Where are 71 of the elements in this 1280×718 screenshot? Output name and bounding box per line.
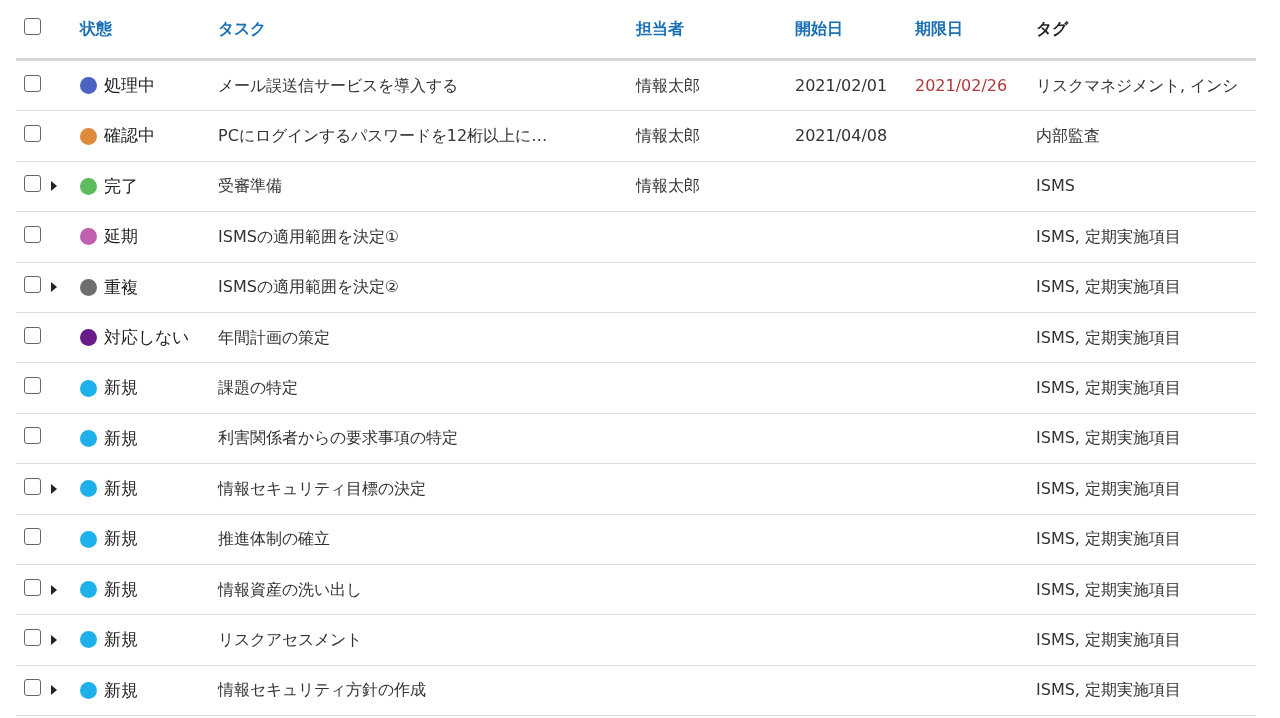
status-label: 新規 — [104, 577, 138, 601]
expand-caret-icon[interactable] — [51, 483, 57, 494]
tag-list: ISMS, 定期実施項目 — [1036, 529, 1181, 549]
status-label: 完了 — [104, 174, 138, 198]
tag-list: ISMS, 定期実施項目 — [1036, 680, 1181, 700]
checkbox[interactable] — [24, 528, 41, 546]
assignee-name: 情報太郎 — [636, 126, 700, 146]
task-title: 年間計画の策定 — [218, 327, 330, 347]
start-date: 2021/02/01 — [795, 75, 888, 95]
column-header[interactable]: タスク — [218, 19, 266, 38]
status-label: 新規 — [104, 678, 138, 702]
tag-list: ISMS, 定期実施項目 — [1036, 378, 1181, 398]
status-label: 延期 — [104, 225, 138, 249]
tag-list: ISMS, 定期実施項目 — [1036, 630, 1181, 649]
status-label: 新規 — [104, 376, 138, 400]
tag-list: リスクマネジメント, インシ — [1036, 75, 1239, 95]
task-title: 情報セキュリティ目標の決定 — [218, 478, 426, 498]
expand-caret-icon[interactable] — [51, 282, 57, 293]
checkbox[interactable] — [24, 175, 41, 193]
tag-list: ISMS, 定期実施項目 — [1036, 428, 1181, 448]
checkbox[interactable] — [24, 125, 41, 143]
expand-caret-icon[interactable] — [51, 584, 57, 595]
status-label: 新規 — [104, 477, 138, 501]
checkbox[interactable] — [24, 276, 41, 294]
column-header[interactable]: 期限日 — [915, 19, 963, 38]
due-date: 2021/02/26 — [915, 75, 1008, 95]
checkbox[interactable] — [24, 629, 41, 646]
tag-list: ISMS, 定期実施項目 — [1036, 226, 1181, 246]
column-header[interactable]: 担当者 — [636, 19, 684, 38]
checkbox[interactable] — [24, 18, 41, 35]
checkbox[interactable] — [24, 477, 41, 495]
task-title: ISMSの適用範囲を決定② — [218, 277, 400, 297]
status-label: 新規 — [104, 527, 138, 551]
tag-list: 内部監査 — [1036, 126, 1100, 146]
tag-list: ISMS, 定期実施項目 — [1036, 579, 1181, 599]
start-date: 2021/04/08 — [795, 126, 888, 146]
checkbox[interactable] — [24, 427, 41, 445]
column-header[interactable]: 開始日 — [795, 19, 843, 38]
checkbox[interactable] — [24, 74, 41, 92]
task-title: リスクアセスメント — [218, 630, 362, 649]
checkbox[interactable] — [24, 225, 41, 243]
task-title: PCにログインするパスワードを12桁以上に… — [218, 126, 548, 146]
assignee-name: 情報太郎 — [636, 75, 700, 95]
task-title: 受審準備 — [218, 176, 282, 196]
expand-caret-icon[interactable] — [51, 685, 57, 696]
checkbox[interactable] — [24, 377, 41, 395]
expand-caret-icon[interactable] — [51, 181, 57, 192]
column-header: タグ — [1036, 19, 1068, 38]
expand-caret-icon[interactable] — [51, 635, 57, 645]
tag-list: ISMS — [1036, 176, 1075, 196]
task-title: 課題の特定 — [218, 378, 298, 398]
column-header[interactable]: 状態 — [80, 19, 112, 38]
status-label: 確認中 — [104, 124, 155, 148]
tag-list: ISMS, 定期実施項目 — [1036, 327, 1181, 347]
tag-list: ISMS, 定期実施項目 — [1036, 277, 1181, 297]
status-label: 対応しない — [104, 325, 189, 349]
task-title: メール誤送信サービスを導入する — [218, 75, 458, 95]
task-title: 利害関係者からの要求事項の特定 — [218, 428, 458, 448]
assignee-name: 情報太郎 — [636, 176, 700, 196]
task-title: 情報資産の洗い出し — [218, 579, 362, 599]
task-title: 情報セキュリティ方針の作成 — [218, 680, 426, 700]
tag-list: ISMS, 定期実施項目 — [1036, 478, 1181, 498]
task-title: 推進体制の確立 — [218, 529, 330, 549]
checkbox[interactable] — [24, 326, 41, 344]
task-title: ISMSの適用範囲を決定① — [218, 226, 400, 246]
status-label: 新規 — [104, 426, 138, 450]
status-label: 処理中 — [104, 73, 155, 97]
status-label: 重複 — [104, 275, 138, 299]
checkbox[interactable] — [24, 578, 41, 596]
checkbox[interactable] — [24, 679, 41, 697]
status-label: 新規 — [104, 628, 138, 652]
